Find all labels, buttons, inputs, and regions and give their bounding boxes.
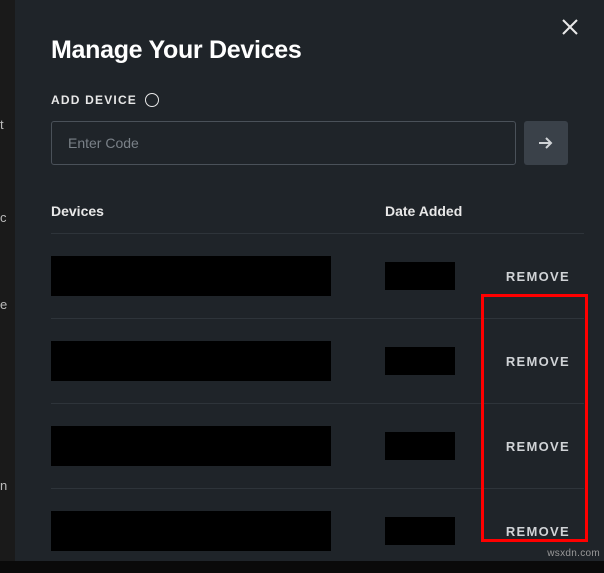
device-name-redacted: [51, 511, 331, 551]
close-button[interactable]: [558, 15, 582, 39]
page-title: Manage Your Devices: [51, 36, 568, 65]
add-device-section: ADD DEVICE: [15, 65, 604, 165]
add-device-input-row: [51, 121, 568, 165]
device-code-input[interactable]: [51, 121, 516, 165]
info-icon[interactable]: [145, 93, 159, 107]
add-device-label: ADD DEVICE: [51, 93, 568, 107]
background-sidebar: t c e n: [0, 0, 15, 561]
table-row: REMOVE: [51, 403, 584, 488]
table-row: REMOVE: [51, 488, 584, 573]
arrow-right-icon: [537, 134, 555, 152]
submit-code-button[interactable]: [524, 121, 568, 165]
table-header-row: Devices Date Added: [51, 203, 584, 233]
date-added-redacted: [385, 262, 455, 290]
add-device-label-text: ADD DEVICE: [51, 93, 137, 107]
date-added-redacted: [385, 347, 455, 375]
close-icon: [561, 18, 579, 36]
column-header-devices: Devices: [51, 203, 385, 219]
devices-table: Devices Date Added REMOVE REMOVE REMOVE …: [15, 165, 604, 573]
date-added-redacted: [385, 517, 455, 545]
date-added-redacted: [385, 432, 455, 460]
device-name-redacted: [51, 256, 331, 296]
table-row: REMOVE: [51, 318, 584, 403]
remove-button[interactable]: REMOVE: [506, 354, 570, 369]
device-name-redacted: [51, 341, 331, 381]
column-header-actions: [473, 203, 584, 219]
watermark-text: wsxdn.com: [547, 548, 600, 559]
remove-button[interactable]: REMOVE: [506, 439, 570, 454]
remove-button[interactable]: REMOVE: [506, 269, 570, 284]
table-row: REMOVE: [51, 233, 584, 318]
device-name-redacted: [51, 426, 331, 466]
modal-header: Manage Your Devices: [15, 0, 604, 65]
column-header-date-added: Date Added: [385, 203, 473, 219]
manage-devices-modal: Manage Your Devices ADD DEVICE Devices D…: [15, 0, 604, 561]
remove-button[interactable]: REMOVE: [506, 524, 570, 539]
